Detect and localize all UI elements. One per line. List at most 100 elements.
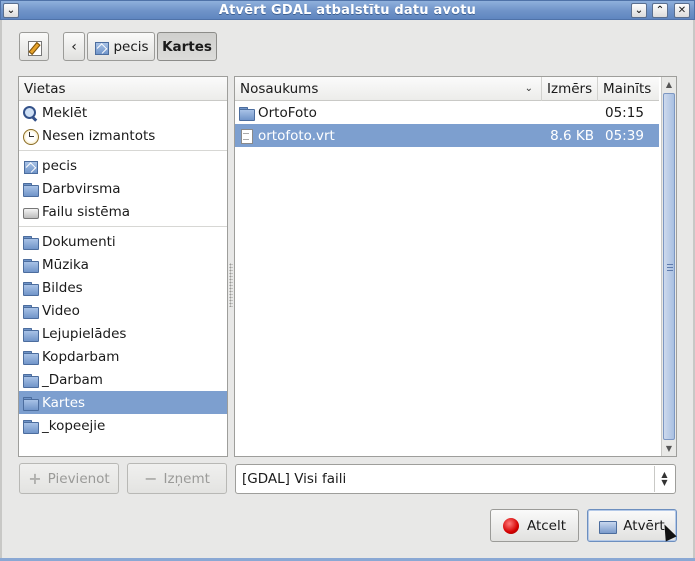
column-header-size[interactable]: Izmērs [542,76,598,101]
file-size: 8.6 KB [550,127,594,144]
remove-bookmark-button[interactable]: − Izņemt [127,463,227,494]
add-button-label: Pievienot [47,470,110,487]
chevron-down-icon: ⌄ [6,4,16,16]
place-label: Mūzika [42,256,89,273]
maximize-icon: ⌃ [655,4,665,16]
plus-icon: + [28,469,42,488]
window-menu-button[interactable]: ⌄ [3,3,19,18]
place-label: Bildes [42,279,83,296]
window-border-left [0,20,2,561]
scroll-up-arrow-icon[interactable]: ▲ [662,77,676,92]
place-item-music[interactable]: Mūzika [19,253,227,276]
place-label: Kopdarbam [42,348,120,365]
file-row[interactable]: ortofoto.vrt 8.6 KB 05:39 [235,124,659,147]
place-label: Dokumenti [42,233,116,250]
file-modified: 05:39 [605,127,644,144]
file-name: ortofoto.vrt [258,127,335,144]
folder-icon [22,395,39,411]
pane-resize-handle[interactable] [229,263,233,307]
place-label: Failu sistēma [42,203,130,220]
home-icon [93,39,110,55]
minus-icon: − [144,469,158,488]
cancel-button-label: Atcelt [526,517,567,534]
remove-button-label: Izņemt [163,470,210,487]
open-folder-icon [599,518,618,534]
breadcrumb-home[interactable]: pecis [87,32,155,61]
sort-chevron-icon: ⌄ [524,83,533,94]
place-label: Lejupielādes [42,325,127,342]
column-label: Nosaukums [240,80,319,97]
add-bookmark-button[interactable]: + Pievienot [19,463,119,494]
places-sidebar: Vietas Meklēt Nesen izmantots pecis Darb… [18,76,228,457]
home-icon [22,158,38,174]
folder-icon [22,349,39,365]
file-name: OrtoFoto [258,104,317,121]
file-modified: 05:15 [598,104,659,121]
column-header-modified[interactable]: Mainīts [598,77,659,101]
separator [19,150,227,151]
scrollbar-thumb[interactable] [663,93,675,440]
place-item-kopdarbam[interactable]: Kopdarbam [19,345,227,368]
place-label: Meklēt [42,104,88,121]
title-bar[interactable]: ⌄ Atvērt GDAL atbalstītu datu avotu ⌄ ⌃ … [0,0,695,20]
place-item-documents[interactable]: Dokumenti [19,230,227,253]
place-item-downloads[interactable]: Lejupielādes [19,322,227,345]
document-icon [238,128,254,144]
column-label: Izmērs [547,80,593,97]
folder-icon [22,303,39,319]
place-item-darbam[interactable]: _Darbam [19,368,227,391]
place-label: Darbvirsma [42,180,121,197]
folder-icon [22,181,39,197]
file-name-cell: OrtoFoto [235,104,542,121]
file-name-cell: ortofoto.vrt [235,128,542,144]
type-location-button[interactable] [19,32,49,61]
filter-value: [GDAL] Visi faili [242,471,347,487]
combo-arrows-icon: ▲ ▼ [654,466,674,492]
folder-icon [22,280,39,296]
stop-icon [502,517,519,534]
file-list-header: Nosaukums ⌄ Izmērs Mainīts [235,76,659,101]
column-header-name[interactable]: Nosaukums ⌄ [235,76,542,101]
place-item-home[interactable]: pecis [19,154,227,177]
places-header-label: Vietas [24,80,66,97]
close-icon: ✕ [677,4,687,16]
search-icon [22,105,38,121]
place-item-pictures[interactable]: Bildes [19,276,227,299]
folder-icon [238,105,255,121]
file-list-scrollbar[interactable]: ▲ ▼ [661,77,676,456]
breadcrumb-label: pecis [113,38,149,55]
place-item-kartes[interactable]: Kartes [19,391,227,414]
folder-icon [22,234,39,250]
grip-icon [667,264,673,271]
place-item-video[interactable]: Video [19,299,227,322]
separator [19,226,227,227]
folder-icon [22,372,39,388]
folder-icon [22,257,39,273]
chevron-left-icon: ‹ [71,38,77,55]
place-item-filesystem[interactable]: Failu sistēma [19,200,227,223]
drive-icon [22,204,39,220]
open-button-label: Atvērt [623,517,665,534]
minimize-button[interactable]: ⌄ [631,3,647,18]
file-filter-select[interactable]: [GDAL] Visi faili ▲ ▼ [235,464,676,494]
place-item-kopeejie[interactable]: _kopeejie [19,414,227,437]
place-label: Kartes [42,394,86,411]
pencil-icon [26,39,42,56]
place-label: _Darbam [42,371,103,388]
clock-icon [22,128,39,145]
path-back-button[interactable]: ‹ [63,32,85,61]
maximize-button[interactable]: ⌃ [652,3,668,18]
cancel-button[interactable]: Atcelt [490,509,579,542]
close-button[interactable]: ✕ [674,3,690,18]
column-label: Mainīts [603,80,652,97]
place-item-search[interactable]: Meklēt [19,101,227,124]
places-header[interactable]: Vietas [19,77,227,101]
file-row[interactable]: OrtoFoto 05:15 [235,101,659,124]
scroll-down-arrow-icon[interactable]: ▼ [662,441,676,456]
place-item-recent[interactable]: Nesen izmantots [19,124,227,147]
window-title: Atvērt GDAL atbalstītu datu avotu [218,2,477,18]
place-item-desktop[interactable]: Darbvirsma [19,177,227,200]
place-label: Nesen izmantots [42,127,156,144]
folder-icon [22,418,39,434]
breadcrumb-current[interactable]: Kartes [157,32,217,61]
